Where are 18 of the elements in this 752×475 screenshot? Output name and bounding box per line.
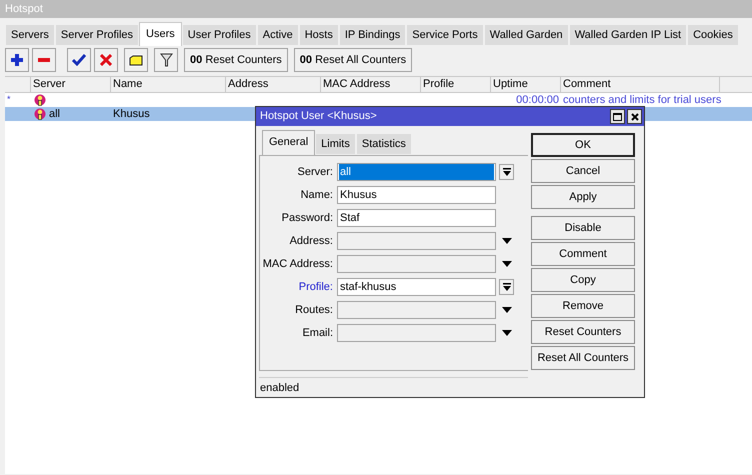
- window-title: Hotspot: [0, 0, 752, 18]
- dialog-title: Hotspot User <Khusus>: [260, 109, 377, 124]
- table-cell: all: [49, 106, 60, 122]
- field-value: Khusus: [339, 188, 378, 203]
- field-label: Routes:: [294, 302, 333, 318]
- field-value: Staf: [339, 211, 361, 226]
- field-label: MAC Address:: [262, 256, 333, 272]
- field-value: staf-khusus: [339, 280, 398, 295]
- new-row-marker: *: [7, 94, 11, 104]
- field-label: Server:: [296, 164, 333, 180]
- table-cell: 00:00:00: [516, 94, 559, 106]
- table-cell: counters and limits for trial users: [563, 94, 722, 106]
- field-label: Name:: [300, 188, 333, 203]
- table-cell: Khusus: [113, 108, 150, 120]
- field-label: Address:: [288, 234, 333, 249]
- status-bar: enabled: [259, 377, 528, 397]
- field-label: Password:: [280, 210, 333, 226]
- field-label: Email:: [301, 326, 333, 341]
